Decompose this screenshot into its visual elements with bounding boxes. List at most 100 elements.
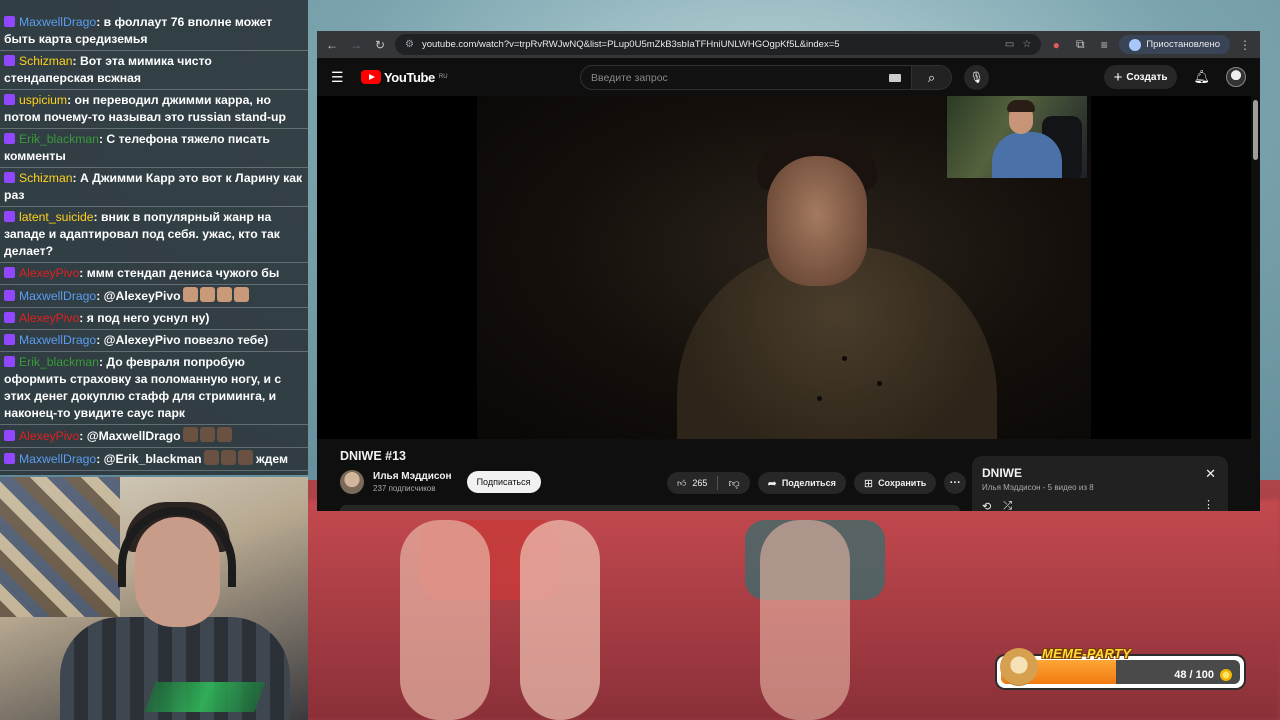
picture-in-picture-overlay xyxy=(947,96,1087,178)
twitch-badge-icon xyxy=(4,334,15,345)
site-info-icon[interactable]: ⚙ xyxy=(405,39,414,50)
channel-avatar[interactable] xyxy=(340,470,364,494)
stream-chat: MaxwellDrago: в фоллаут 76 вполне может … xyxy=(0,0,308,475)
chat-username[interactable]: uspicium xyxy=(19,93,67,107)
create-button[interactable]: + Создать xyxy=(1103,65,1178,89)
dislike-button[interactable]: 👎︎ xyxy=(718,477,749,490)
media-controls-icon[interactable]: ≡ xyxy=(1095,38,1113,52)
more-actions-button[interactable]: ··· xyxy=(944,472,967,494)
youtube-play-icon xyxy=(361,70,381,84)
twitch-badge-icon xyxy=(4,16,15,27)
chat-username[interactable]: latent_suicide xyxy=(19,210,94,224)
forward-icon[interactable]: → xyxy=(347,38,365,52)
meme-party-count: 48 / 100 xyxy=(1174,669,1214,681)
jacket-button xyxy=(842,356,847,361)
address-bar[interactable]: ⚙ youtube.com/watch?v=trpRvRWJwNQ&list=P… xyxy=(395,34,1042,55)
kebab-menu-icon[interactable]: ⋮ xyxy=(1236,38,1254,52)
share-label: Поделиться xyxy=(781,478,836,488)
chat-emote xyxy=(182,427,198,442)
chat-text: : @Erik_blackman xyxy=(96,452,202,466)
search-icon: ⌕ xyxy=(927,69,936,85)
chat-message: AlexeyPivo: ммм стендап дениса чужого бы xyxy=(0,263,308,285)
channel-name[interactable]: Илья Мэддисон xyxy=(373,471,452,482)
chat-emote xyxy=(203,450,219,465)
youtube-region: RU xyxy=(438,74,448,80)
playlist-title[interactable]: DNIWE xyxy=(982,466,1218,480)
url-text: youtube.com/watch?v=trpRvRWJwNQ&list=PLu… xyxy=(421,39,840,50)
search-button[interactable]: ⌕ xyxy=(912,65,952,90)
loop-icon[interactable]: ⟲ xyxy=(982,500,991,511)
keyboard-icon[interactable] xyxy=(889,73,901,82)
chat-username[interactable]: Erik_blackman xyxy=(19,355,99,369)
chat-username[interactable]: Erik_blackman xyxy=(19,132,99,146)
bookmark-star-icon[interactable]: ☆ xyxy=(1022,39,1031,50)
scrollbar-thumb[interactable] xyxy=(1253,100,1258,160)
install-app-icon[interactable]: ▭ xyxy=(1005,39,1014,50)
chat-username[interactable]: AlexeyPivo xyxy=(19,429,79,443)
reload-icon[interactable]: ↻ xyxy=(371,38,389,52)
chat-message-list: MaxwellDrago: в фоллаут 76 вполне может … xyxy=(0,12,308,475)
video-info: DNIWE #13 Илья Мэддисон 237 подписчиков … xyxy=(317,439,1260,511)
search-input[interactable] xyxy=(591,71,889,84)
chat-emote xyxy=(220,450,236,465)
chat-message: Schizman: А Джимми Карр это вот к Ларину… xyxy=(0,168,308,207)
share-button[interactable]: ➦ Поделиться xyxy=(757,472,846,494)
chat-text: : @MaxwellDrago xyxy=(79,429,181,443)
thumbs-up-icon: 👍︎ xyxy=(677,477,687,488)
back-icon[interactable]: ← xyxy=(323,38,341,52)
profile-button[interactable]: Приостановлено xyxy=(1119,35,1230,54)
browser-toolbar: ← → ↻ ⚙ youtube.com/watch?v=trpRvRWJwNQ&… xyxy=(317,31,1260,58)
chat-message: latent_suicide: вник в популярный жанр н… xyxy=(0,207,308,263)
profile-avatar xyxy=(1129,38,1142,51)
rgb-keyboard xyxy=(144,682,266,712)
notifications-bell-icon[interactable]: 🔔︎ xyxy=(1193,69,1210,85)
youtube-logo[interactable]: YouTube RU xyxy=(361,70,448,85)
like-dislike-group: 👍︎ 265 👎︎ xyxy=(667,472,750,494)
video-player[interactable] xyxy=(317,96,1251,439)
twitch-badge-icon xyxy=(4,94,15,105)
meme-party-widget: 48 / 100 MEME-PARTY xyxy=(997,646,1244,688)
twitch-badge-icon xyxy=(4,453,15,464)
description-box[interactable] xyxy=(340,505,960,511)
like-button[interactable]: 👍︎ 265 xyxy=(667,476,719,490)
chat-username[interactable]: AlexeyPivo xyxy=(19,266,79,280)
chat-message: MaxwellDrago: @AlexeyPivo повезло тебе) xyxy=(0,330,308,352)
twitch-badge-icon xyxy=(4,430,15,441)
twitch-badge-icon xyxy=(4,267,15,278)
save-label: Сохранить xyxy=(878,478,927,488)
playlist-more-icon[interactable]: ⋮ xyxy=(1203,498,1214,511)
chat-username[interactable]: MaxwellDrago xyxy=(19,452,96,466)
voice-search-button[interactable]: 🎙︎ xyxy=(964,65,989,90)
menu-icon[interactable]: ☰ xyxy=(331,69,347,86)
chat-message: MaxwellDrago: @Erik_blackman ждем xyxy=(0,448,308,471)
twitch-badge-icon xyxy=(4,172,15,183)
chat-username[interactable]: Schizman xyxy=(19,474,73,475)
chat-username[interactable]: Schizman xyxy=(19,171,73,185)
account-avatar[interactable] xyxy=(1226,67,1246,87)
plus-icon: + xyxy=(1113,68,1123,86)
subscribe-button[interactable]: Подписаться xyxy=(466,471,541,493)
chat-text-suffix: ждем xyxy=(252,452,288,466)
chat-message: Schizman: Вот они КВНщики с МЫ ЮМОРИСТЫ xyxy=(0,471,308,475)
puzzle-icon[interactable]: ⧉ xyxy=(1071,37,1089,52)
channel-text: Илья Мэддисон 237 подписчиков xyxy=(373,471,452,493)
shuffle-icon[interactable]: ⤮ xyxy=(1003,500,1012,511)
chat-text: : @AlexeyPivo повезло тебе) xyxy=(96,333,269,347)
chat-text: : я под него уснул ну) xyxy=(79,311,210,325)
chat-username[interactable]: MaxwellDrago xyxy=(19,15,96,29)
chat-username[interactable]: MaxwellDrago xyxy=(19,289,96,303)
chat-username[interactable]: Schizman xyxy=(19,54,73,68)
close-icon[interactable]: ✕ xyxy=(1205,466,1216,482)
chat-username[interactable]: MaxwellDrago xyxy=(19,333,96,347)
chat-username[interactable]: AlexeyPivo xyxy=(19,311,79,325)
jacket-button xyxy=(817,396,822,401)
header-right-controls: + Создать 🔔︎ xyxy=(1103,65,1246,89)
playlist-meta: Илья Мэддисон - 5 видео из 8 xyxy=(982,483,1094,492)
extension-icon[interactable]: ● xyxy=(1047,38,1065,52)
doge-icon xyxy=(1000,648,1038,686)
youtube-logo-text: YouTube xyxy=(384,69,435,85)
chat-emote xyxy=(233,287,249,302)
pip-person-body xyxy=(992,132,1062,178)
save-button[interactable]: ⊞ Сохранить xyxy=(853,472,937,494)
twitch-badge-icon xyxy=(4,211,15,222)
